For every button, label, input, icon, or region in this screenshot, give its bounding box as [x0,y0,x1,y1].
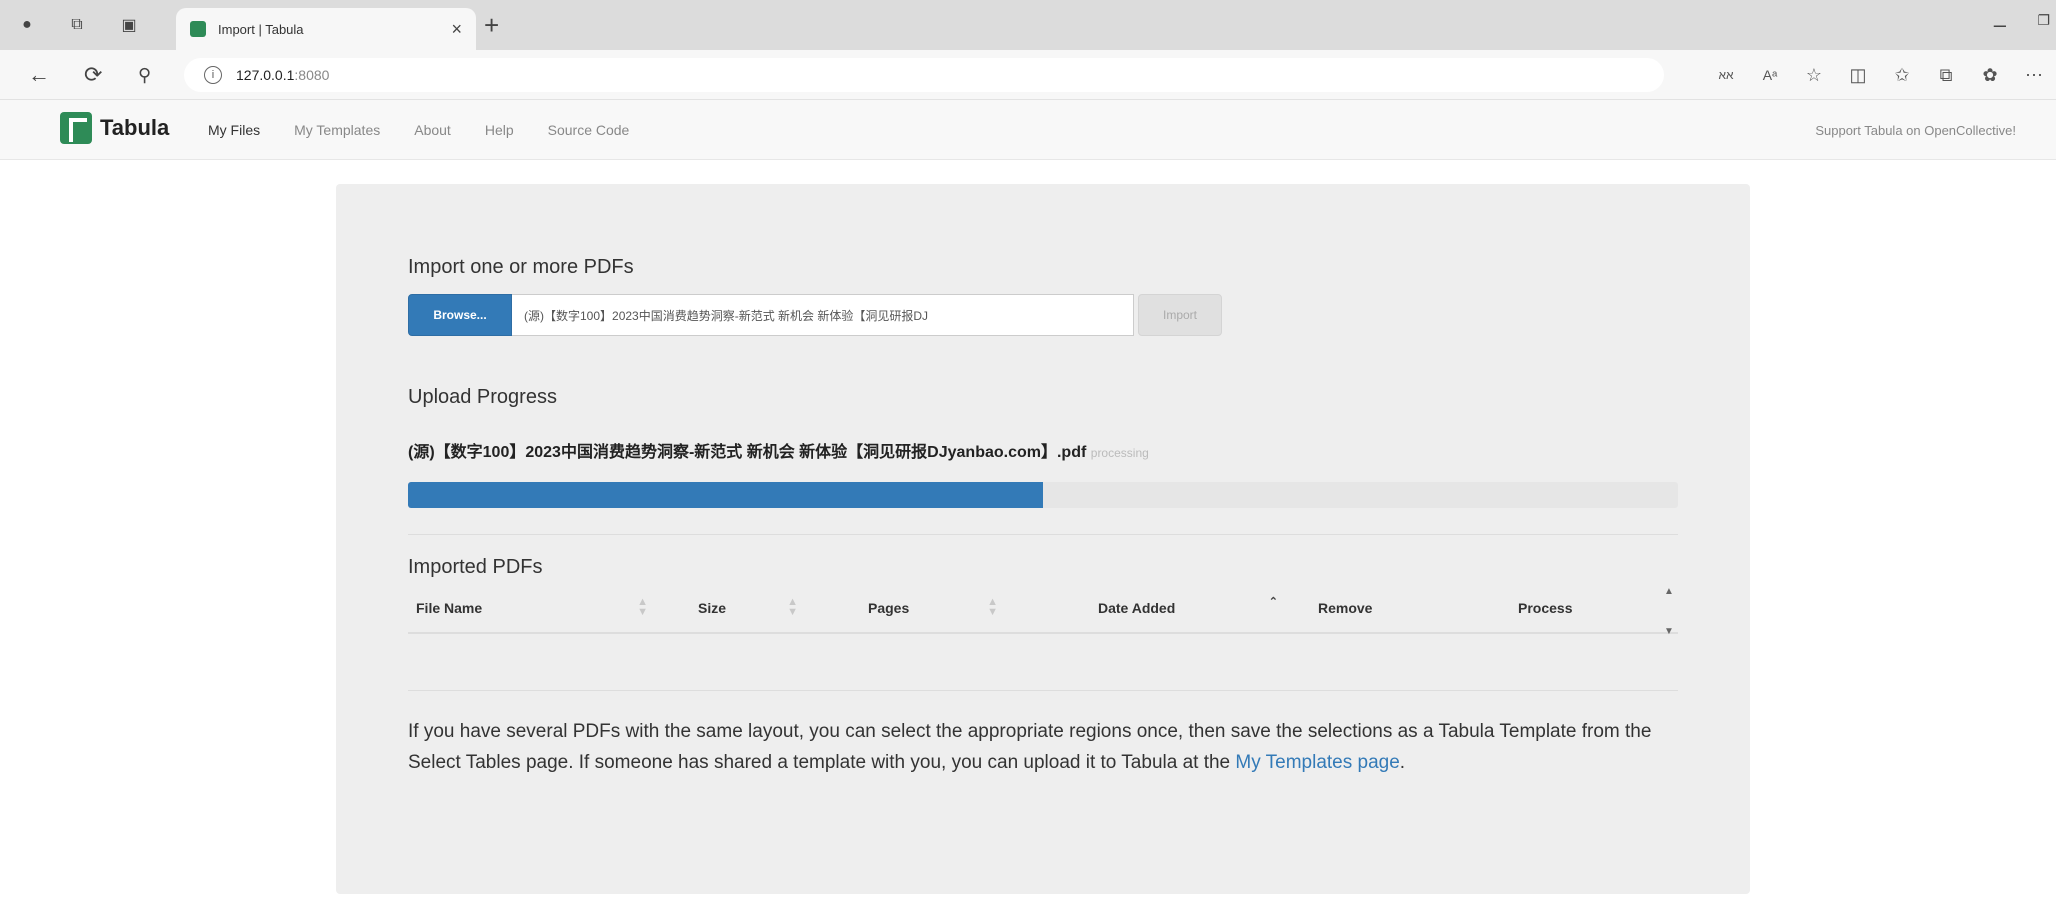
tab-actions-icon[interactable]: ▣ [116,12,142,38]
tabula-favicon-icon [190,21,206,37]
browser-toolbar: ← ⟳ ⚲ i 127.0.0.1:8080 אא Aᵃ ☆ ◫ ✩ ⧉ ✿ ⋯ [0,50,2056,100]
browser-tab-import[interactable]: Import | Tabula × [176,8,476,50]
read-aloud-icon[interactable]: Aᵃ [1748,62,1792,88]
url-text: 127.0.0.1:8080 [236,67,330,83]
upload-file-name: (源)【数字100】2023中国消费趋势洞察-新范式 新机会 新体验【洞见研报D… [408,438,1149,462]
close-tab-icon[interactable]: × [451,19,462,40]
nav-my-templates[interactable]: My Templates [294,122,380,138]
upload-status: processing [1090,446,1149,460]
more-menu-icon[interactable]: ⋯ [2012,62,2056,88]
upload-file-label: (源)【数字100】2023中国消费趋势洞察-新范式 新机会 新体验【洞见研报D… [408,444,1087,461]
table-header-row: File Name ▲ ▼ Size ▲ ▼ Pages ▲ ▼ Date Added ⌃ R… [408,584,1678,634]
column-file-name[interactable]: File Name ▲ ▼ [408,583,658,633]
nav-about[interactable]: About [414,122,451,138]
address-bar[interactable]: i 127.0.0.1:8080 [184,58,1664,92]
browser-tabstrip: ● ⧉ ▣ Import | Tabula × + – ❐ [0,0,2056,50]
templates-help-text: If you have several PDFs with the same l… [408,721,1652,773]
brand-link[interactable]: Tabula [60,112,169,144]
favorite-star-icon[interactable]: ☆ [1792,62,1836,88]
table-scrollbar[interactable]: ▲ ▼ [1662,584,1678,650]
scroll-up-icon[interactable]: ▲ [1664,586,1674,597]
search-icon[interactable]: ⚲ [138,62,151,88]
upload-progress-fill [408,482,1043,508]
restore-window-icon[interactable]: ❐ [2037,12,2050,29]
profile-icon[interactable]: ● [14,12,40,38]
sort-icon: ▲ ▼ [787,596,798,618]
sort-icon: ▲ ▼ [637,596,648,618]
import-form: Browse... (源)【数字100】2023中国消费趋势洞察-新范式 新机会… [408,294,1222,336]
nav-source-code[interactable]: Source Code [548,122,630,138]
column-date-added[interactable]: Date Added ⌃ [1008,583,1288,633]
scroll-down-icon[interactable]: ▼ [1664,626,1674,637]
split-screen-icon[interactable]: ◫ [1836,62,1880,88]
nav-links: My Files My Templates About Help Source … [208,100,663,160]
import-heading: Import one or more PDFs [408,256,634,278]
column-process: Process [1518,600,1573,616]
site-info-icon[interactable]: i [204,66,222,84]
translate-icon[interactable]: אא [1704,62,1748,88]
workspaces-icon[interactable]: ⧉ [64,12,90,38]
back-icon[interactable]: ← [28,62,50,88]
nav-my-files[interactable]: My Files [208,122,260,138]
tab-title: Import | Tabula [218,21,304,37]
browser-toolbar-icons: אא Aᵃ ☆ ◫ ✩ ⧉ ✿ ⋯ [1704,62,2056,88]
nav-help[interactable]: Help [485,122,514,138]
section-divider [408,534,1678,535]
imported-pdfs-heading: Imported PDFs [408,556,543,578]
browse-button[interactable]: Browse... [408,294,512,336]
tabula-navbar: Tabula My Files My Templates About Help … [0,100,2056,160]
extensions-icon[interactable]: ✿ [1968,62,2012,88]
nav-support-link[interactable]: Support Tabula on OpenCollective! [1815,100,2016,160]
my-templates-link[interactable]: My Templates page [1235,752,1399,773]
upload-progress-bar [408,482,1678,508]
refresh-icon[interactable]: ⟳ [84,62,102,88]
minimize-icon[interactable]: – [1994,12,2006,38]
import-button[interactable]: Import [1138,294,1222,336]
column-pages[interactable]: Pages ▲ ▼ [808,583,1008,633]
sort-ascending-icon: ⌃ [1268,596,1278,608]
column-size[interactable]: Size ▲ ▼ [658,583,808,633]
imported-pdfs-table: File Name ▲ ▼ Size ▲ ▼ Pages ▲ ▼ Date Added ⌃ R… [408,584,1678,637]
column-remove: Remove [1318,600,1373,616]
upload-progress-heading: Upload Progress [408,386,557,408]
new-tab-icon[interactable]: + [484,12,499,38]
selected-file-field[interactable]: (源)【数字100】2023中国消费趋势洞察-新范式 新机会 新体验【洞见研报D… [512,294,1134,336]
favorites-icon[interactable]: ✩ [1880,62,1924,88]
brand-name: Tabula [100,115,170,140]
tabula-logo-icon [60,112,92,144]
import-panel: Import one or more PDFs Browse... (源)【数字… [336,184,1750,894]
collections-icon[interactable]: ⧉ [1924,62,1968,88]
sort-icon: ▲ ▼ [987,596,998,618]
table-bottom-divider [408,690,1678,691]
